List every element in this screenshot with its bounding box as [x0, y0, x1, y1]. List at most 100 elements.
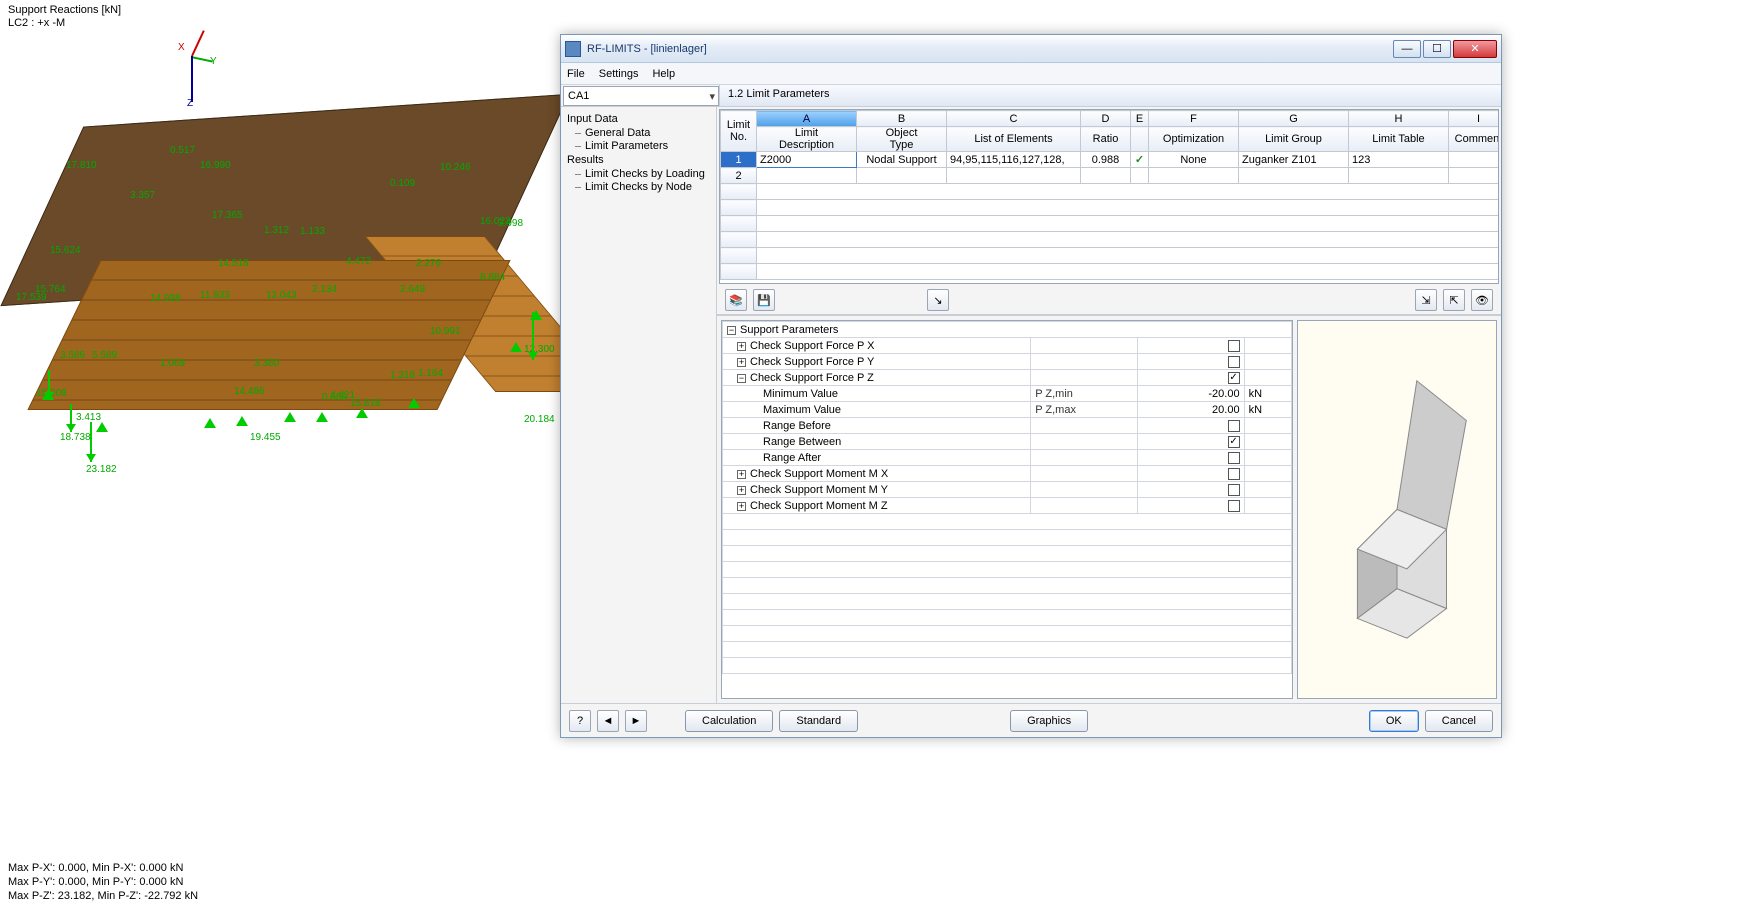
library-icon[interactable]: 📚 [725, 289, 747, 311]
reaction-value: 1.133 [300, 226, 325, 237]
reaction-value: 4.472 [346, 256, 371, 267]
hdr-list[interactable]: List of Elements [947, 127, 1081, 152]
status-px: Max P-X': 0.000, Min P-X': 0.000 kN [8, 862, 183, 874]
reaction-value: 0.109 [390, 178, 415, 189]
reaction-value: 1.312 [264, 225, 289, 236]
reaction-value: 17.810 [66, 160, 97, 171]
dialog-footer: ? ◄ ► Calculation Standard Graphics OK C… [561, 703, 1501, 737]
checkbox-mx[interactable] [1228, 468, 1240, 480]
col-limit-no[interactable]: LimitNo. [721, 111, 757, 152]
col-letter-h[interactable]: H [1349, 111, 1449, 127]
standard-button[interactable]: Standard [779, 710, 858, 732]
help-icon[interactable]: ? [569, 710, 591, 732]
menu-help[interactable]: Help [652, 68, 675, 80]
case-selector[interactable]: CA1 [563, 86, 719, 106]
col-letter-f[interactable]: F [1149, 111, 1239, 127]
reaction-value: 3.357 [130, 190, 155, 201]
calculation-button[interactable]: Calculation [685, 710, 773, 732]
reaction-value: 1.164 [418, 368, 443, 379]
col-letter-e[interactable]: E [1131, 111, 1149, 127]
checkbox-px[interactable] [1228, 340, 1240, 352]
axis-gizmo: X Y Z [178, 46, 228, 106]
ok-button[interactable]: OK [1369, 710, 1419, 732]
checkbox-my[interactable] [1228, 484, 1240, 496]
min-value[interactable]: -20.00 [1137, 386, 1244, 402]
checkbox-pz[interactable] [1228, 372, 1240, 384]
menubar: File Settings Help [561, 63, 1501, 85]
nav-item-checks-loading[interactable]: Limit Checks by Loading [585, 168, 714, 180]
reaction-value: 1.318 [390, 370, 415, 381]
table-row[interactable]: 2 [721, 168, 1500, 184]
parameters-grid[interactable]: LimitNo. A B C D E F G H I LimitDe [719, 109, 1499, 284]
menu-settings[interactable]: Settings [599, 68, 639, 80]
nav-group-results: Results [567, 154, 714, 166]
hdr-limit-group[interactable]: Limit Group [1239, 127, 1349, 152]
reaction-value: 0.517 [170, 145, 195, 156]
property-grid[interactable]: −Support Parameters +Check Support Force… [721, 320, 1293, 699]
col-letter-c[interactable]: C [947, 111, 1081, 127]
check-icon: ✓ [1131, 152, 1149, 168]
col-letter-d[interactable]: D [1081, 111, 1131, 127]
reaction-value: 15.624 [50, 245, 81, 256]
reaction-value: 12.043 [266, 290, 297, 301]
cancel-button[interactable]: Cancel [1425, 710, 1493, 732]
import-icon[interactable]: ⇱ [1443, 289, 1465, 311]
export-icon[interactable]: ⇲ [1415, 289, 1437, 311]
col-letter-a[interactable]: A [757, 111, 857, 127]
model-3d[interactable] [30, 110, 550, 450]
hdr-limit-table[interactable]: Limit Table [1349, 127, 1449, 152]
hdr-ratio[interactable]: Ratio [1081, 127, 1131, 152]
checkbox-range-before[interactable] [1228, 420, 1240, 432]
hdr-limit-desc[interactable]: LimitDescription [757, 127, 857, 152]
table-row[interactable]: 1 Z2000 Nodal Support 94,95,115,116,127,… [721, 152, 1500, 168]
prev-icon[interactable]: ◄ [597, 710, 619, 732]
reaction-value: 17.365 [212, 210, 243, 221]
nav-item-general[interactable]: General Data [585, 127, 714, 139]
reaction-value: 2.649 [400, 284, 425, 295]
col-letter-b[interactable]: B [857, 111, 947, 127]
checkbox-mz[interactable] [1228, 500, 1240, 512]
viewport-subtitle: LC2 : +x -M [8, 17, 65, 29]
reaction-value: 14.486 [234, 386, 265, 397]
checkbox-range-after[interactable] [1228, 452, 1240, 464]
col-letter-g[interactable]: G [1239, 111, 1349, 127]
max-value[interactable]: 20.00 [1137, 402, 1244, 418]
hdr-comment[interactable]: Comment [1449, 127, 1500, 152]
titlebar[interactable]: RF-LIMITS - [linienlager] — ☐ ✕ [561, 35, 1501, 63]
close-button[interactable]: ✕ [1453, 40, 1497, 58]
eye-icon[interactable]: 👁 [1471, 289, 1493, 311]
reaction-value: 20.184 [524, 414, 555, 425]
save-icon[interactable]: 💾 [753, 289, 775, 311]
dialog-title: RF-LIMITS - [linienlager] [587, 43, 1391, 55]
status-py: Max P-Y': 0.000, Min P-Y': 0.000 kN [8, 876, 183, 888]
menu-file[interactable]: File [567, 68, 585, 80]
reaction-value: 2.134 [312, 284, 337, 295]
checkbox-py[interactable] [1228, 356, 1240, 368]
grid-toolbar: 📚 💾 ↘ ⇲ ⇱ 👁 [717, 286, 1501, 314]
reaction-value: 3.586 [60, 350, 85, 361]
panel-title: 1.2 Limit Parameters [719, 85, 1501, 106]
preview-3d[interactable] [1297, 320, 1497, 699]
reaction-value: 3.380 [254, 358, 279, 369]
next-icon[interactable]: ► [625, 710, 647, 732]
reaction-value: 14.518 [218, 258, 249, 269]
reaction-value: 5.589 [92, 350, 117, 361]
checkbox-range-between[interactable] [1228, 436, 1240, 448]
pick-icon[interactable]: ↘ [927, 289, 949, 311]
reaction-value: 23.182 [86, 464, 117, 475]
minimize-button[interactable]: — [1393, 40, 1421, 58]
hdr-e[interactable] [1131, 127, 1149, 152]
reaction-value: 10.246 [440, 162, 471, 173]
nav-item-limit-params[interactable]: Limit Parameters [585, 140, 714, 152]
reaction-value: 10.991 [430, 326, 461, 337]
nav-tree: Input Data General Data Limit Parameters… [561, 107, 717, 703]
nav-item-checks-node[interactable]: Limit Checks by Node [585, 181, 714, 193]
reaction-value: 18.738 [60, 432, 91, 443]
graphics-button[interactable]: Graphics [1010, 710, 1088, 732]
reaction-value: 2.276 [416, 258, 441, 269]
col-letter-i[interactable]: I [1449, 111, 1500, 127]
hdr-optimization[interactable]: Optimization [1149, 127, 1239, 152]
maximize-button[interactable]: ☐ [1423, 40, 1451, 58]
hdr-object-type[interactable]: ObjectType [857, 127, 947, 152]
rf-limits-dialog: RF-LIMITS - [linienlager] — ☐ ✕ File Set… [560, 34, 1502, 738]
